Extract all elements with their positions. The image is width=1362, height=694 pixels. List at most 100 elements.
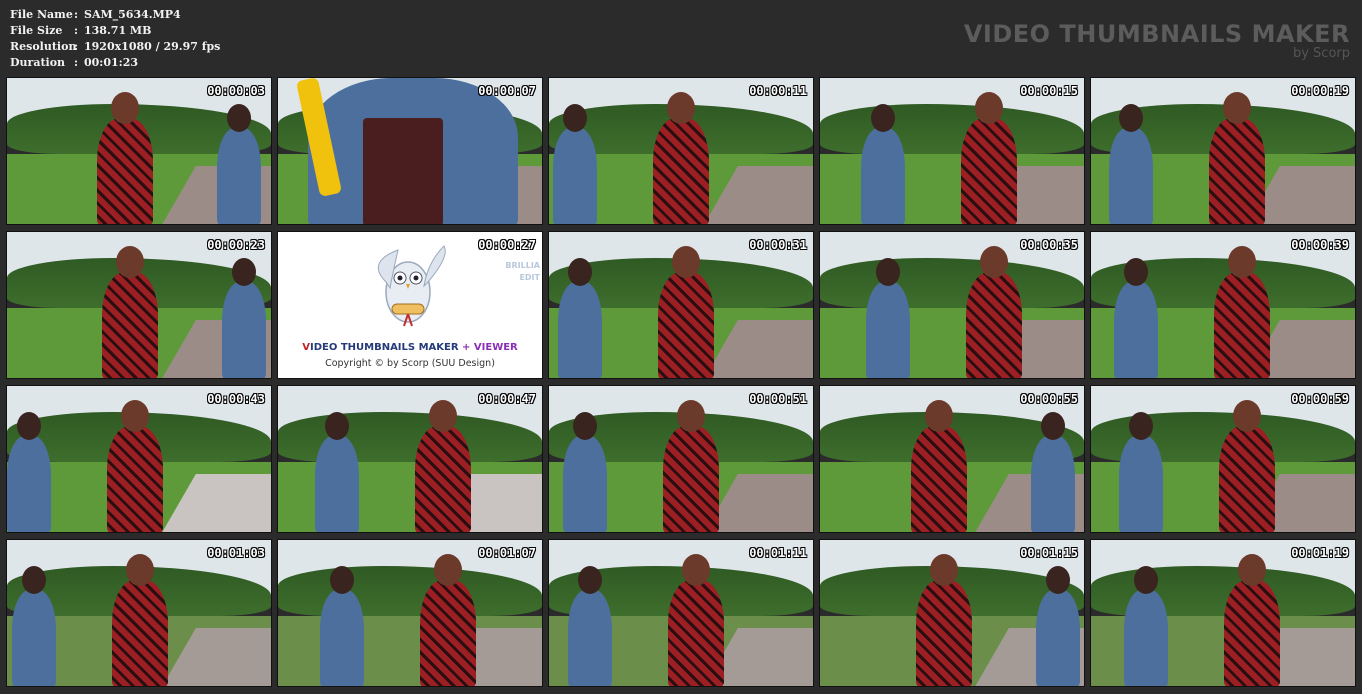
video-thumbnail[interactable]: 00:00:39	[1090, 231, 1356, 379]
person-denim-jacket	[320, 590, 364, 686]
second-person-head	[325, 412, 349, 440]
person-red-shirt	[107, 426, 163, 532]
promo-side-text: BRILLIA EDIT	[505, 261, 540, 282]
person-red-shirt	[420, 580, 476, 686]
info-separator: :	[74, 8, 79, 21]
info-key: File Size	[10, 24, 63, 37]
person-head	[672, 246, 700, 278]
info-key: Resolution	[10, 40, 77, 53]
person-denim-jacket	[563, 436, 607, 532]
person-red-shirt	[97, 118, 153, 224]
person-red-shirt	[911, 426, 967, 532]
timestamp: 00:00:19	[1291, 84, 1349, 98]
info-separator: :	[74, 40, 79, 53]
person-denim-jacket	[1031, 436, 1075, 532]
timestamp: 00:00:07	[478, 84, 536, 98]
video-thumbnail[interactable]: 00:01:15	[819, 539, 1085, 687]
info-value: SAM_5634.MP4	[84, 8, 181, 21]
logo-title: VIDEO THUMBNAILS MAKER	[963, 20, 1350, 48]
person-red-shirt	[415, 426, 471, 532]
timestamp: 00:00:35	[1020, 238, 1078, 252]
person-red-shirt	[966, 272, 1022, 378]
second-person-head	[330, 566, 354, 594]
timestamp: 00:01:03	[207, 546, 265, 560]
watermark-logo: VIDEO THUMBNAILS MAKER by Scorp	[964, 20, 1350, 61]
timestamp: 00:00:15	[1020, 84, 1078, 98]
person-red-shirt	[653, 118, 709, 224]
video-thumbnail[interactable]: 00:01:11	[548, 539, 814, 687]
person-denim-jacket	[1124, 590, 1168, 686]
video-thumbnail[interactable]: 00:01:07	[277, 539, 543, 687]
person-head	[677, 400, 705, 432]
video-thumbnail[interactable]: BRILLIA EDIT VIDEO THUMBNAILS MAKER + VIE…	[277, 231, 543, 379]
person-denim-jacket	[558, 282, 602, 378]
person-red-shirt	[916, 580, 972, 686]
video-thumbnail[interactable]: 00:00:15	[819, 77, 1085, 225]
person-red-shirt	[1224, 580, 1280, 686]
info-row: File Name: SAM_5634.MP4	[10, 7, 220, 23]
info-key: File Name	[10, 8, 73, 21]
person-head	[116, 246, 144, 278]
video-thumbnail[interactable]: 00:00:07	[277, 77, 543, 225]
person-red-shirt	[1219, 426, 1275, 532]
timestamp: 00:01:11	[749, 546, 807, 560]
person-head	[667, 92, 695, 124]
timestamp: 00:00:39	[1291, 238, 1349, 252]
person-head	[434, 554, 462, 586]
video-thumbnail[interactable]: 00:00:19	[1090, 77, 1356, 225]
promo-title-purple: + VIEWER	[458, 342, 518, 353]
person-head	[930, 554, 958, 586]
video-thumbnail[interactable]: 00:01:03	[6, 539, 272, 687]
person-head	[121, 400, 149, 432]
person-denim-jacket	[1119, 436, 1163, 532]
video-thumbnail[interactable]: 00:00:23	[6, 231, 272, 379]
video-thumbnail[interactable]: 00:00:03	[6, 77, 272, 225]
timestamp: 00:00:47	[478, 392, 536, 406]
video-thumbnail[interactable]: 00:01:19	[1090, 539, 1356, 687]
video-thumbnail[interactable]: 00:00:51	[548, 385, 814, 533]
person-denim-jacket	[1114, 282, 1158, 378]
info-row: Duration:00:01:23	[10, 55, 220, 71]
video-thumbnail[interactable]: 00:00:55	[819, 385, 1085, 533]
person-head	[1223, 92, 1251, 124]
info-row: Resolution:1920x1080 / 29.97 fps	[10, 39, 220, 55]
timestamp: 00:00:43	[207, 392, 265, 406]
info-value: 1920x1080 / 29.97 fps	[84, 40, 221, 53]
second-person-head	[876, 258, 900, 286]
timestamp: 00:00:59	[1291, 392, 1349, 406]
person-head	[682, 554, 710, 586]
second-person-head	[563, 104, 587, 132]
second-person-head	[1046, 566, 1070, 594]
video-thumbnail[interactable]: 00:00:11	[548, 77, 814, 225]
owl-logo-icon	[377, 245, 446, 327]
video-thumbnail[interactable]: 00:00:43	[6, 385, 272, 533]
second-person-head	[17, 412, 41, 440]
timestamp: 00:00:11	[749, 84, 807, 98]
timestamp: 00:00:03	[207, 84, 265, 98]
video-thumbnail[interactable]: 00:00:47	[277, 385, 543, 533]
person-denim-jacket	[553, 128, 597, 224]
person-denim-jacket	[315, 436, 359, 532]
promo-title-red: V	[302, 342, 310, 353]
info-value: 138.71 MB	[84, 24, 152, 37]
person-red-shirt	[658, 272, 714, 378]
video-thumbnail[interactable]: 00:00:35	[819, 231, 1085, 379]
person-head	[975, 92, 1003, 124]
promo-title-blue: IDEO THUMBNAILS MAKER	[309, 342, 459, 353]
person-denim-jacket	[1109, 128, 1153, 224]
video-thumbnail[interactable]: 00:00:31	[548, 231, 814, 379]
second-person-head	[1119, 104, 1143, 132]
person-denim-jacket	[1036, 590, 1080, 686]
person-red-shirt	[1214, 272, 1270, 378]
thumbnail-grid: 00:00:03 00:00:07 00:00:11 00:00:15 00:0…	[6, 77, 1356, 687]
person-head	[980, 246, 1008, 278]
person-denim-jacket	[12, 590, 56, 686]
logo-byline: by Scorp	[1292, 46, 1350, 61]
info-value: 00:01:23	[84, 56, 139, 69]
person-red-shirt	[961, 118, 1017, 224]
timestamp: 00:01:19	[1291, 546, 1349, 560]
info-separator: :	[74, 56, 79, 69]
video-thumbnail[interactable]: 00:00:59	[1090, 385, 1356, 533]
second-person-head	[227, 104, 251, 132]
person-red-shirt	[663, 426, 719, 532]
